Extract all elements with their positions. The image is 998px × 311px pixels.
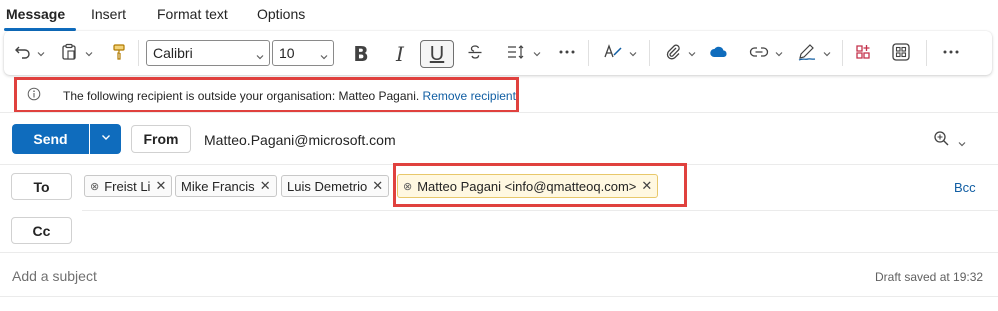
divider	[82, 210, 998, 211]
tab-insert[interactable]: Insert	[91, 6, 126, 22]
divider	[0, 112, 998, 113]
recipient-chip-mike-francis[interactable]: Mike Francis ✕	[175, 175, 277, 197]
chevron-down-icon[interactable]	[36, 46, 46, 58]
bold-button[interactable]: B	[344, 40, 378, 68]
recipient-name: Luis Demetrio	[287, 178, 368, 194]
chevron-down-icon	[319, 49, 329, 65]
send-button[interactable]: Send	[12, 124, 89, 154]
chevron-down-icon[interactable]	[957, 136, 967, 154]
toolbar-divider	[926, 40, 927, 66]
ribbon-toolbar: Calibri 10 B I U	[4, 31, 992, 75]
apps-icon[interactable]	[852, 41, 874, 63]
subject-placeholder: Add a subject	[12, 268, 97, 284]
info-icon	[27, 87, 41, 104]
chevron-down-icon[interactable]	[774, 46, 784, 58]
toolbar-divider	[649, 40, 650, 66]
toolbar-divider	[588, 40, 589, 66]
signature-icon[interactable]	[796, 41, 818, 63]
font-name-value: Calibri	[153, 45, 193, 61]
chevron-down-icon[interactable]	[687, 46, 697, 58]
bcc-link[interactable]: Bcc	[954, 180, 976, 195]
templates-icon[interactable]	[890, 41, 912, 63]
tab-message[interactable]: Message	[6, 6, 65, 22]
toolbar-divider	[842, 40, 843, 66]
recipient-name: Freist Li	[104, 178, 151, 194]
remove-recipient-icon[interactable]: ✕	[155, 178, 166, 194]
chevron-down-icon	[255, 49, 265, 65]
font-size-value: 10	[279, 45, 295, 61]
chevron-down-icon	[100, 130, 112, 148]
strikethrough-icon[interactable]	[464, 41, 486, 63]
from-button[interactable]: From	[131, 125, 191, 153]
zoom-icon[interactable]	[933, 130, 953, 153]
undo-icon[interactable]	[12, 41, 34, 63]
more-options-icon[interactable]	[940, 41, 962, 63]
subject-input[interactable]: Add a subject	[12, 268, 832, 288]
draft-status: Draft saved at 19:32	[875, 270, 984, 284]
remove-recipient-link[interactable]: Remove recipient	[423, 89, 516, 103]
underline-button[interactable]: U	[420, 40, 454, 68]
recipient-chip-luis-demetrio[interactable]: Luis Demetrio ✕	[281, 175, 390, 197]
from-address: Matteo.Pagani@microsoft.com	[204, 132, 396, 148]
paste-icon[interactable]	[58, 41, 80, 63]
tab-options[interactable]: Options	[257, 6, 305, 22]
divider	[0, 252, 998, 253]
to-button[interactable]: To	[11, 173, 72, 200]
chevron-down-icon[interactable]	[532, 46, 542, 58]
divider	[0, 296, 998, 297]
infobar-message: The following recipient is outside your …	[63, 89, 420, 103]
chevron-down-icon[interactable]	[84, 46, 94, 58]
format-painter-icon[interactable]	[108, 41, 130, 63]
recipient-name: Mike Francis	[181, 178, 255, 194]
font-size-select[interactable]: 10	[272, 40, 334, 66]
link-icon[interactable]	[748, 41, 770, 63]
editor-icon[interactable]	[602, 41, 624, 63]
chevron-down-icon[interactable]	[628, 46, 638, 58]
tab-format-text[interactable]: Format text	[157, 6, 228, 22]
infobar-text: The following recipient is outside your …	[63, 89, 516, 103]
chevron-down-icon[interactable]	[822, 46, 832, 58]
presence-icon: ⊗	[90, 180, 100, 193]
cc-button[interactable]: Cc	[11, 217, 72, 244]
external-recipient-infobar: The following recipient is outside your …	[14, 77, 519, 113]
external-recipient-highlight	[393, 163, 687, 207]
line-spacing-icon[interactable]	[505, 41, 527, 63]
toolbar-divider	[138, 40, 139, 66]
recipient-chip-freist-li[interactable]: ⊗ Freist Li ✕	[84, 175, 173, 197]
font-name-select[interactable]: Calibri	[146, 40, 270, 66]
attach-icon[interactable]	[662, 41, 684, 63]
more-options-icon[interactable]	[556, 41, 578, 63]
italic-button[interactable]: I	[383, 40, 417, 68]
send-options-button[interactable]	[90, 124, 121, 154]
remove-recipient-icon[interactable]: ✕	[372, 178, 383, 194]
onedrive-icon[interactable]	[708, 41, 730, 63]
remove-recipient-icon[interactable]: ✕	[260, 178, 271, 194]
